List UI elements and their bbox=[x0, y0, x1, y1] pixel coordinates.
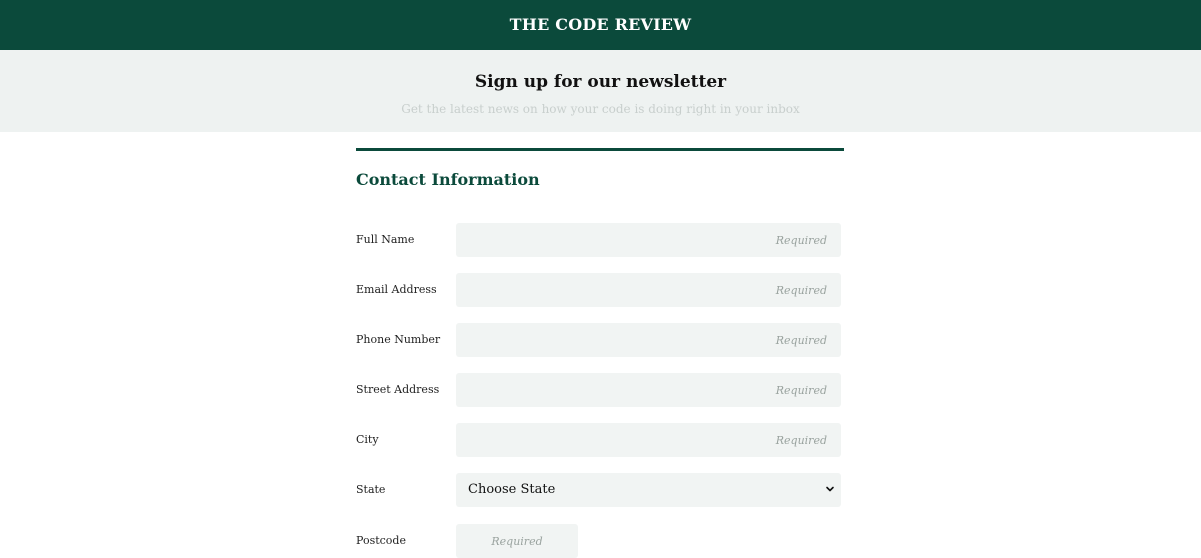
brand-title[interactable]: THE CODE REVIEW bbox=[510, 15, 692, 34]
full-name-input[interactable] bbox=[456, 223, 841, 257]
state-select-value: Choose State bbox=[468, 482, 556, 497]
email-row: Email Address bbox=[356, 273, 844, 307]
full-name-row: Full Name bbox=[356, 223, 844, 257]
postcode-input[interactable] bbox=[456, 524, 578, 558]
postcode-label: Postcode bbox=[356, 534, 406, 547]
chevron-down-icon bbox=[826, 486, 834, 492]
banner-title: Sign up for our newsletter bbox=[474, 72, 727, 92]
section-title: Contact Information bbox=[356, 170, 540, 189]
city-label: City bbox=[356, 433, 379, 446]
city-row: City bbox=[356, 423, 844, 457]
contact-form: Contact Information Full Name Email Addr… bbox=[356, 148, 844, 558]
banner-subtitle: Get the latest news on how your code is … bbox=[401, 102, 800, 116]
section-divider bbox=[356, 148, 844, 151]
state-row: State Choose State bbox=[356, 473, 844, 507]
email-input[interactable] bbox=[456, 273, 841, 307]
street-row: Street Address bbox=[356, 373, 844, 407]
street-input[interactable] bbox=[456, 373, 841, 407]
city-input[interactable] bbox=[456, 423, 841, 457]
state-label: State bbox=[356, 483, 386, 496]
site-header: THE CODE REVIEW bbox=[0, 0, 1201, 50]
phone-input[interactable] bbox=[456, 323, 841, 357]
state-select[interactable]: Choose State bbox=[456, 473, 841, 507]
phone-label: Phone Number bbox=[356, 333, 441, 346]
newsletter-banner: Sign up for our newsletter Get the lates… bbox=[0, 50, 1201, 132]
full-name-label: Full Name bbox=[356, 233, 415, 246]
email-label: Email Address bbox=[356, 283, 437, 296]
postcode-row: Postcode bbox=[356, 524, 844, 558]
street-label: Street Address bbox=[356, 383, 440, 396]
phone-row: Phone Number bbox=[356, 323, 844, 357]
